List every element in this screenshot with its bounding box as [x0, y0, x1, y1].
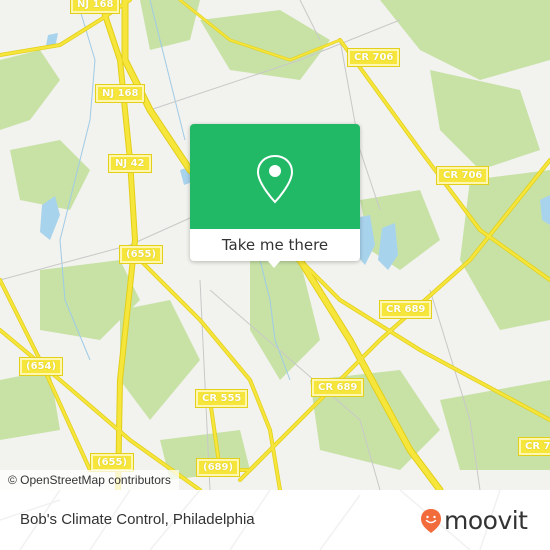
map-view[interactable]: NJ 168 NJ 168 NJ 42 CR 706 CR 706 CR 706…	[0, 0, 550, 490]
road-shield: (654)	[18, 357, 64, 376]
popup-pointer	[267, 260, 281, 268]
road-shield: CR 689	[378, 300, 433, 319]
road-shield: NJ 168	[94, 84, 146, 103]
footer-bar: Bob's Climate Control, Philadelphia moov…	[0, 490, 550, 550]
road-shield: NJ 168	[69, 0, 121, 14]
road-shield: CR 689	[310, 378, 365, 397]
moovit-smile-pin-icon	[421, 509, 441, 533]
map-attribution[interactable]: © OpenStreetMap contributors	[0, 470, 179, 490]
road-shield: CR 706	[517, 437, 550, 456]
road-shield: NJ 42	[108, 154, 152, 173]
place-title: Bob's Climate Control, Philadelphia	[20, 511, 255, 528]
road-shield: CR 706	[435, 166, 490, 185]
road-shield: (689)	[195, 458, 241, 477]
moovit-logo[interactable]: moovit	[420, 508, 528, 534]
take-me-there-button[interactable]: Take me there	[190, 229, 360, 261]
road-shield: CR 706	[346, 48, 401, 67]
location-pin-icon	[256, 154, 294, 204]
moovit-wordmark: moovit	[444, 506, 528, 535]
road-shield: (655)	[118, 245, 164, 264]
popup-header	[190, 124, 360, 229]
road-shield: (655)	[89, 453, 135, 472]
location-popup: Take me there	[190, 124, 360, 268]
road-shield: CR 555	[194, 389, 249, 408]
